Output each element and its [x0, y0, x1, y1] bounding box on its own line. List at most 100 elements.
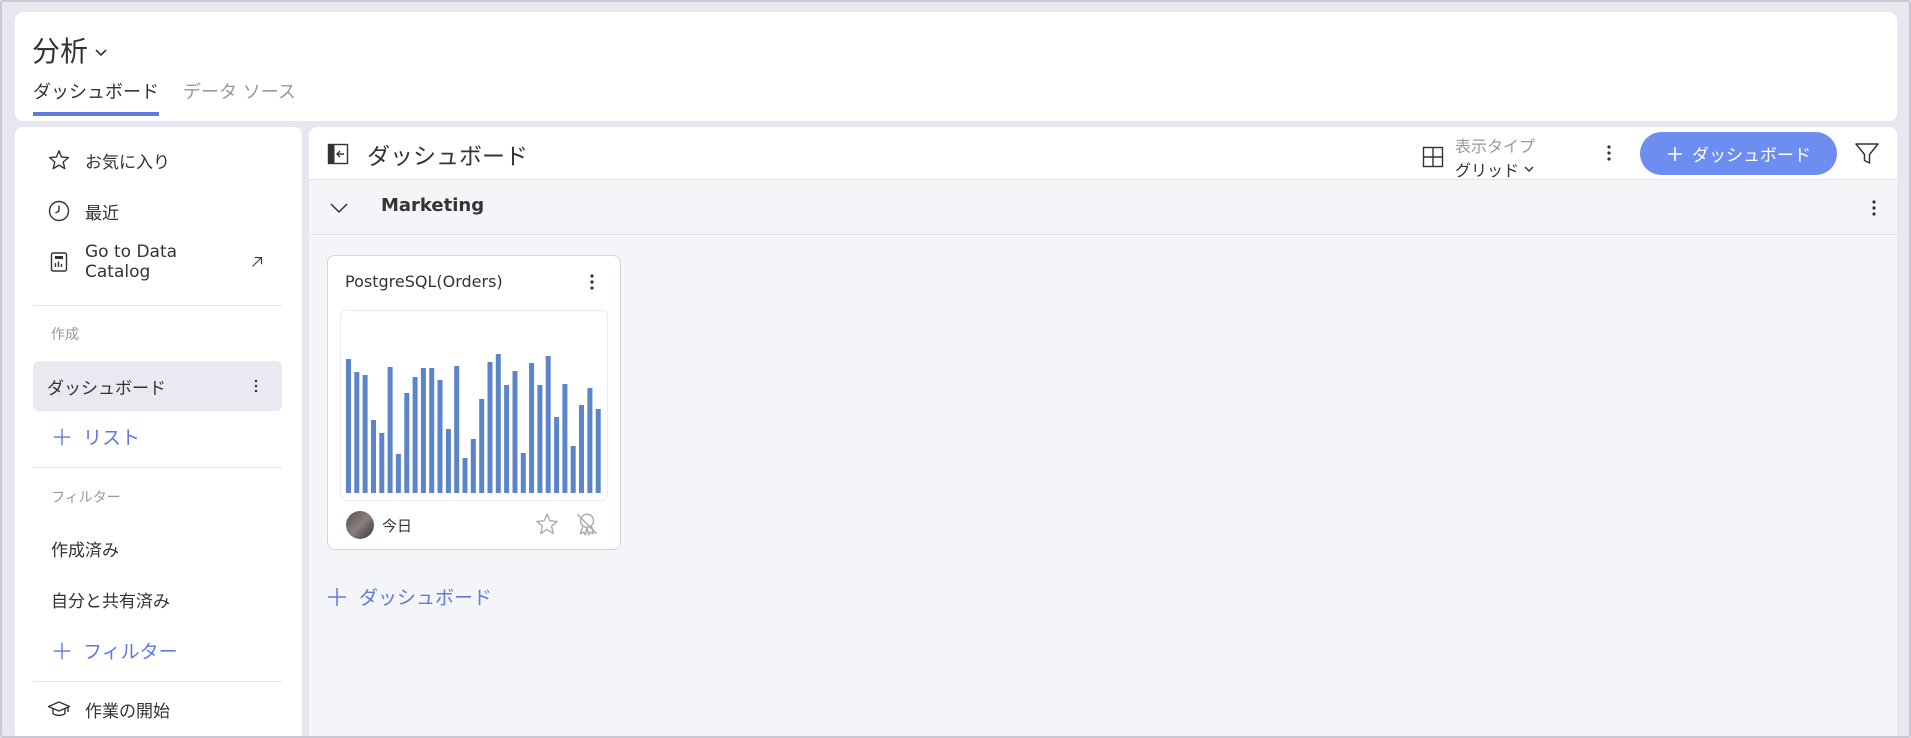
- plus-icon: [53, 428, 71, 445]
- graduation-cap-icon: [47, 701, 71, 717]
- sidebar-divider: [33, 681, 282, 682]
- thumbnail-bar: [504, 385, 510, 493]
- filter-shared-with-me[interactable]: 自分と共有済み: [51, 587, 170, 612]
- chevron-down-icon: [1524, 166, 1534, 172]
- sidebar-item-data-catalog[interactable]: Go to Data Catalog: [33, 238, 282, 286]
- tab-dashboards[interactable]: ダッシュボード: [33, 78, 159, 116]
- thumbnail-bar: [537, 385, 543, 493]
- group-title: Marketing: [381, 195, 485, 216]
- dashboard-toolbar: ダッシュボード 表示タイプ グリッド ダッシュボード: [309, 127, 1897, 180]
- filter-created[interactable]: 作成済み: [51, 536, 119, 561]
- clock-icon: [48, 200, 70, 222]
- sidebar-item-dashboards[interactable]: ダッシュボード: [33, 361, 282, 411]
- thumbnail-bar: [587, 388, 593, 493]
- thumbnail-bar: [487, 362, 493, 493]
- thumbnail-bar: [512, 371, 518, 493]
- sidebar-item-recent[interactable]: 最近: [33, 187, 282, 235]
- filter-icon[interactable]: [1853, 140, 1881, 168]
- add-list-button[interactable]: リスト: [51, 423, 140, 450]
- thumbnail-bar: [445, 429, 451, 493]
- thumbnail-bar: [404, 393, 410, 493]
- plus-icon: [1668, 146, 1682, 161]
- sidebar-item-favorites[interactable]: お気に入り: [33, 136, 282, 184]
- collapse-sidebar-icon[interactable]: [326, 142, 350, 166]
- thumbnail-bar: [595, 409, 601, 493]
- certified-badge-icon[interactable]: [574, 511, 600, 537]
- app-header: 分析 ダッシュボード データ ソース: [15, 12, 1897, 121]
- external-link-icon: [252, 256, 263, 267]
- add-filter-label: フィルター: [83, 641, 178, 663]
- sidebar-item-label: 最近: [85, 203, 119, 224]
- thumbnail-bar: [395, 454, 401, 493]
- view-type-value-text: グリッド: [1455, 161, 1520, 180]
- more-vertical-icon[interactable]: [1597, 141, 1621, 165]
- thumbnail-bar: [470, 439, 476, 493]
- thumbnail-bar: [462, 458, 468, 493]
- thumbnail-bar: [554, 417, 560, 493]
- catalog-icon: [50, 252, 68, 272]
- view-type-label: 表示タイプ: [1455, 137, 1536, 156]
- view-type-value: グリッド: [1455, 157, 1535, 181]
- main-panel: ダッシュボード 表示タイプ グリッド ダッシュボード Marketing Pos…: [309, 127, 1897, 738]
- card-date: 今日: [382, 516, 413, 535]
- group-header-marketing: Marketing: [309, 180, 1897, 235]
- thumbnail-bar-chart: [346, 354, 601, 493]
- thumbnail-bar: [479, 399, 485, 493]
- add-list-label: リスト: [83, 427, 141, 449]
- sidebar-item-label: ダッシュボード: [47, 378, 166, 399]
- grid-icon: [1422, 146, 1444, 168]
- thumbnail-bar: [429, 368, 435, 493]
- thumbnail-bar: [495, 354, 501, 493]
- star-icon: [48, 150, 70, 170]
- avatar: [346, 511, 374, 539]
- chevron-down-icon[interactable]: [328, 197, 350, 219]
- thumbnail-bar: [387, 367, 393, 493]
- section-filter: フィルター: [51, 490, 121, 506]
- star-icon[interactable]: [534, 511, 560, 537]
- more-vertical-icon[interactable]: [1862, 196, 1886, 220]
- thumbnail-bar: [520, 453, 526, 493]
- card-footer: 今日: [346, 511, 412, 539]
- add-dashboard-label: ダッシュボード: [1692, 146, 1811, 165]
- thumbnail-bar: [346, 359, 351, 493]
- thumbnail-bar: [362, 375, 368, 493]
- add-dashboard-link[interactable]: ダッシュボード: [325, 583, 492, 610]
- sidebar-item-getting-started[interactable]: 作業の開始: [33, 685, 282, 733]
- sidebar-divider: [33, 305, 282, 306]
- sidebar-item-label: 作業の開始: [85, 701, 170, 722]
- view-type-selector[interactable]: 表示タイプ グリッド: [1421, 133, 1535, 181]
- thumbnail-bar: [412, 377, 418, 493]
- thumbnail-bar: [354, 372, 360, 493]
- app-title: 分析: [32, 35, 89, 68]
- card-title: PostgreSQL(Orders): [345, 272, 503, 291]
- tab-data-sources[interactable]: データ ソース: [183, 78, 296, 116]
- thumbnail-bar: [371, 420, 376, 493]
- more-vertical-icon[interactable]: [246, 376, 266, 396]
- sidebar-item-label: Go to Data Catalog: [85, 242, 178, 282]
- section-create: 作成: [51, 327, 79, 343]
- thumbnail-bar: [437, 380, 443, 493]
- top-tabs: ダッシュボード データ ソース: [33, 78, 296, 116]
- thumbnail-bar: [579, 405, 584, 493]
- thumbnail-bar: [570, 446, 576, 493]
- more-vertical-icon[interactable]: [580, 270, 604, 294]
- sidebar: お気に入り 最近 Go to Data Catalog 作成 ダッシュボード リ…: [15, 127, 302, 738]
- thumbnail-bar: [420, 368, 426, 493]
- add-dashboard-button[interactable]: ダッシュボード: [1640, 132, 1837, 175]
- add-dashboard-link-label: ダッシュボード: [359, 587, 493, 609]
- sidebar-divider: [33, 467, 282, 468]
- thumbnail-bar: [454, 366, 460, 493]
- thumbnail-bar: [379, 433, 385, 493]
- plus-icon: [53, 642, 71, 659]
- dashboard-card[interactable]: PostgreSQL(Orders) 今日: [327, 255, 621, 550]
- thumbnail-bar: [562, 384, 568, 493]
- app-title-dropdown[interactable]: 分析: [32, 30, 108, 70]
- add-filter-button[interactable]: フィルター: [51, 637, 178, 664]
- chevron-down-icon: [95, 49, 107, 57]
- thumbnail-bar: [545, 356, 551, 493]
- thumbnail-bar: [529, 363, 535, 493]
- plus-icon: [328, 587, 346, 606]
- card-thumbnail: [340, 310, 608, 501]
- page-title: ダッシュボード: [367, 144, 528, 170]
- sidebar-item-label: お気に入り: [85, 152, 170, 173]
